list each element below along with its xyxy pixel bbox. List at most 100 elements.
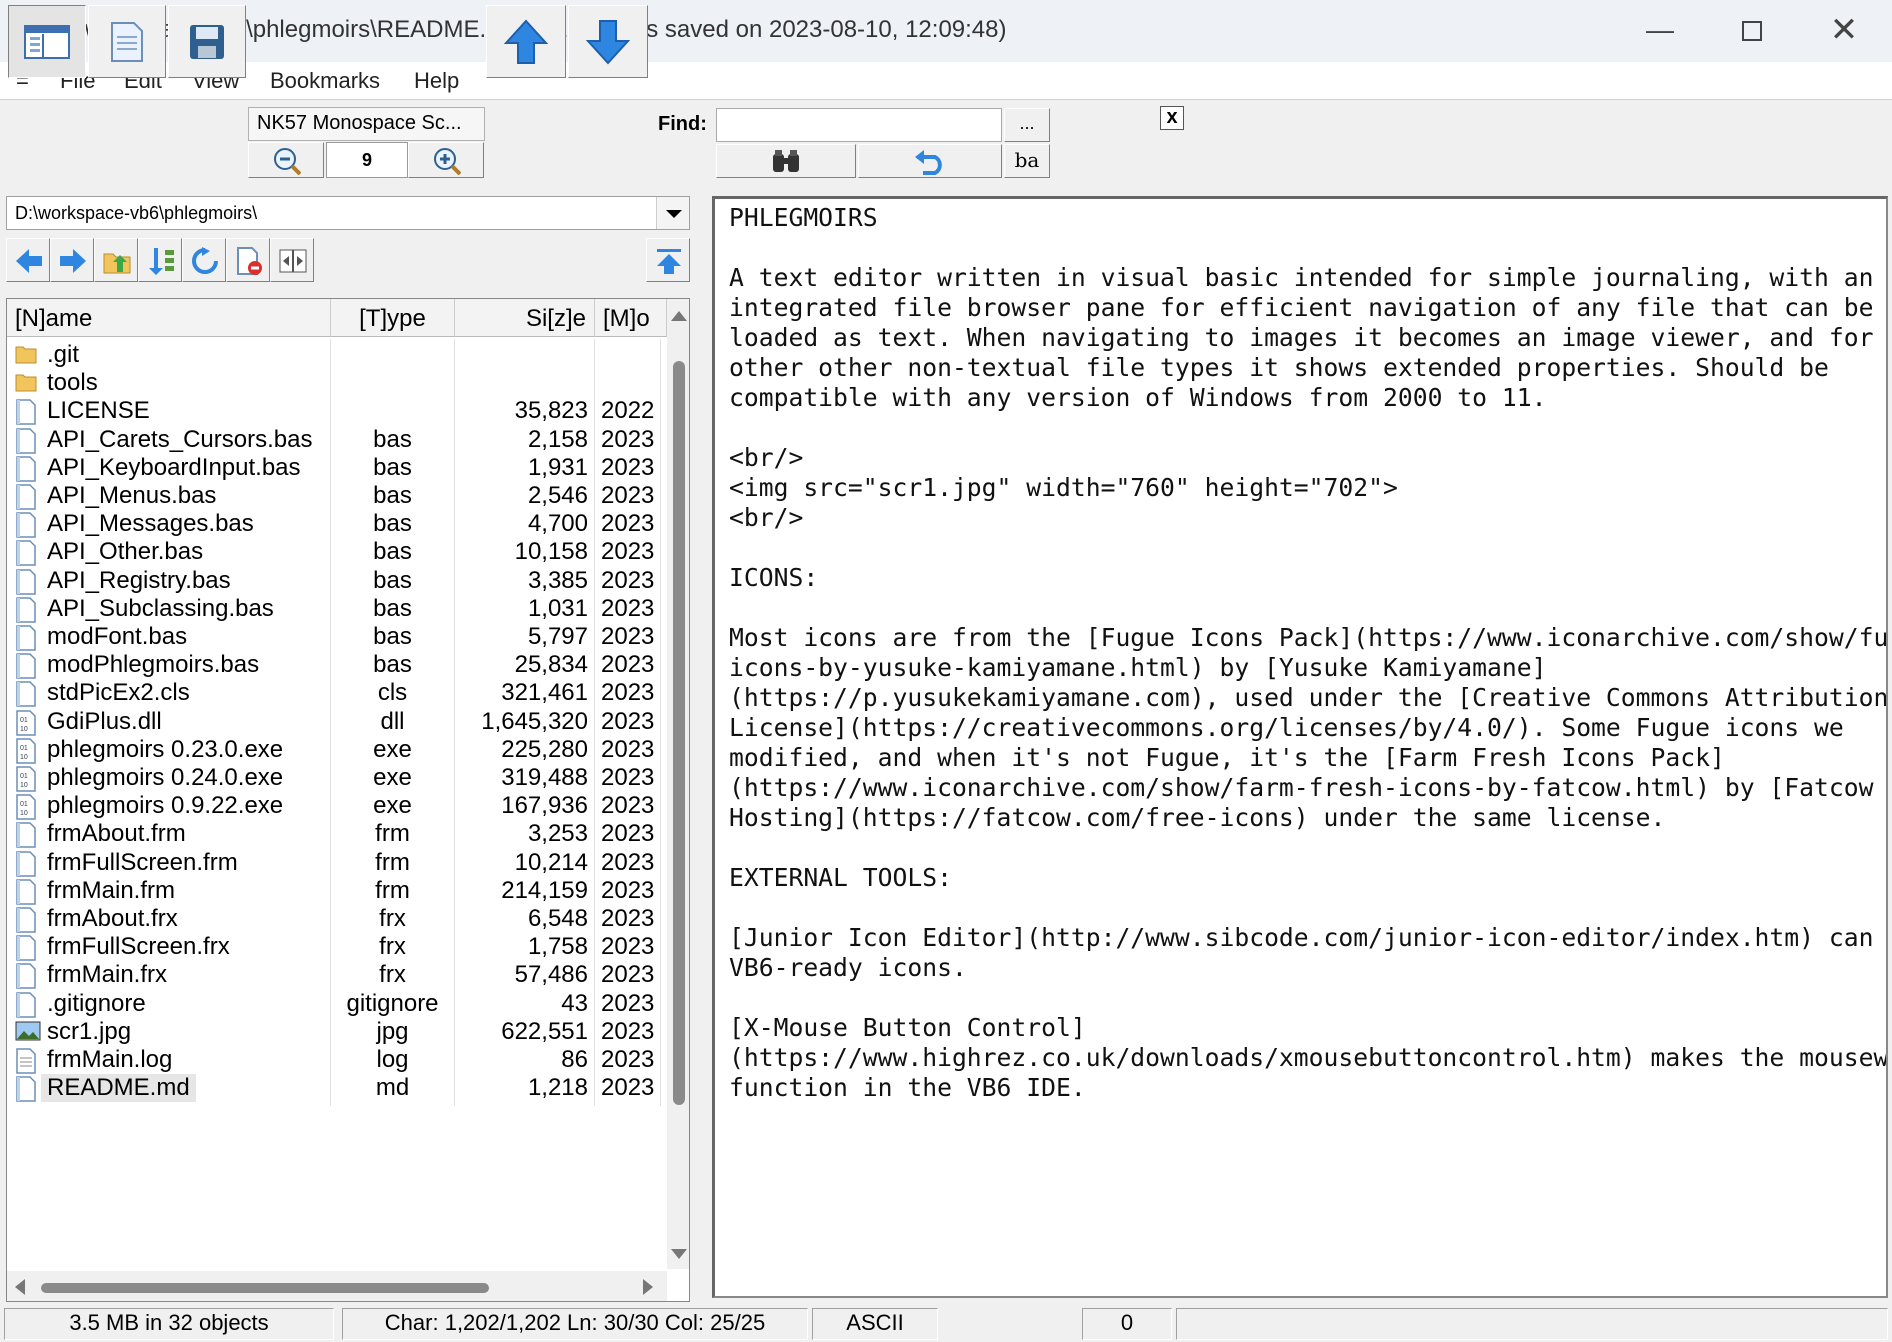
find-label: Find: [658, 113, 707, 135]
column-header-name[interactable]: [N]ame [7, 299, 331, 337]
parent-folder-button[interactable] [94, 238, 138, 282]
binary-icon: 01 10 [15, 709, 37, 736]
editor-line: PHLEGMOIRS [729, 203, 878, 232]
split-view-button[interactable] [270, 238, 314, 282]
path-combo[interactable]: D:\workspace-vb6\phlegmoirs\ [6, 196, 690, 230]
undo-button[interactable] [858, 144, 1002, 178]
status-encoding: ASCII [812, 1308, 938, 1340]
menu-help[interactable]: Help [414, 68, 459, 94]
find-options-button[interactable]: ... [1004, 108, 1050, 142]
file-type: md [331, 1072, 455, 1107]
new-document-button[interactable] [88, 5, 166, 78]
file-name: .git [47, 341, 80, 368]
vertical-scroll-thumb[interactable] [673, 361, 685, 1105]
refresh-button[interactable] [182, 238, 226, 282]
svg-text:01: 01 [20, 717, 28, 724]
undo-icon [915, 150, 942, 175]
editor-line: compatible with any version of Windows f… [729, 383, 1547, 412]
file-icon [15, 963, 37, 990]
save-button[interactable] [168, 5, 246, 78]
editor-line: integrated file browser pane for efficie… [729, 293, 1874, 322]
scroll-top-button[interactable] [646, 238, 690, 282]
font-name-box[interactable]: NK57 Monospace Sc... [248, 107, 485, 141]
sort-icon [149, 248, 174, 275]
horizontal-scroll-thumb[interactable] [41, 1283, 489, 1293]
document-icon [111, 21, 143, 62]
minimize-button[interactable]: — [1614, 0, 1706, 62]
svg-text:10: 10 [20, 810, 28, 817]
editor-line: ICONS: [729, 563, 819, 592]
zoom-level[interactable]: 9 [326, 142, 408, 178]
file-name: stdPicEx2.cls [47, 679, 190, 707]
column-header-modified[interactable]: [M]o [595, 299, 667, 337]
floppy-disk-icon [190, 24, 224, 59]
sort-button[interactable] [138, 238, 182, 282]
menu-bookmarks[interactable]: Bookmarks [270, 68, 380, 94]
file-name: frmAbout.frx [47, 905, 178, 932]
scroll-right-arrow-icon[interactable] [643, 1279, 653, 1295]
file-icon [15, 597, 37, 623]
editor-line: A text editor written in visual basic in… [729, 263, 1874, 292]
editor-line: icons-by-yusuke-kamiyamane.html) by [Yus… [729, 653, 1547, 682]
file-row[interactable]: README.md md 1,218 2023 [7, 1072, 661, 1107]
scroll-left-arrow-icon[interactable] [15, 1279, 25, 1295]
file-name: frmMain.frm [47, 876, 175, 904]
file-icon [15, 484, 37, 510]
title-bar: D:\workspace-vb6\phlegmoirs\README.md (1… [0, 0, 1892, 62]
file-icon [15, 568, 37, 595]
scroll-down-button[interactable] [568, 5, 648, 78]
status-objects: 3.5 MB in 32 objects [4, 1308, 334, 1340]
file-name: phlegmoirs 0.23.0.exe [47, 735, 284, 763]
status-bar: 3.5 MB in 32 objects Char: 1,202/1,202 L… [0, 1304, 1892, 1342]
find-input[interactable] [716, 108, 1002, 142]
folder-icon [15, 343, 37, 369]
back-button[interactable] [6, 238, 50, 282]
find-close-button[interactable]: x [1160, 106, 1184, 130]
refresh-icon [192, 247, 218, 274]
arrow-right-icon [60, 249, 86, 273]
text-icon [15, 1048, 37, 1074]
chevron-down-icon[interactable] [656, 197, 689, 229]
editor-line: modified, and when it's not Fugue, it's … [729, 743, 1725, 772]
file-list[interactable]: [N]ame [T]ype Si[z]e [M]o .git tools LICEN… [6, 298, 690, 1302]
zoom-in-button[interactable] [408, 142, 484, 178]
maximize-button[interactable] [1706, 0, 1798, 62]
arrow-top-icon [657, 249, 681, 274]
file-name: LICENSE [47, 397, 150, 425]
toggle-browser-button[interactable] [8, 5, 86, 78]
forward-button[interactable] [50, 238, 94, 282]
delete-file-button[interactable] [226, 238, 270, 282]
editor-line: License](https://creativecommons.org/lic… [729, 713, 1844, 742]
image-icon [15, 1020, 41, 1046]
find-next-button[interactable] [716, 144, 856, 178]
binary-icon: 01 10 [15, 794, 37, 820]
editor-line: (https://p.yusukekamiyamane.com), used u… [729, 683, 1888, 712]
match-case-button[interactable]: ba [1004, 144, 1050, 178]
file-icon [15, 512, 37, 538]
editor-line: (https://www.iconarchive.com/show/farm-f… [729, 773, 1888, 802]
file-name: README.md [41, 1074, 196, 1103]
file-name: phlegmoirs 0.24.0.exe [47, 764, 284, 791]
column-header-size[interactable]: Si[z]e [455, 299, 595, 337]
file-icon [15, 935, 37, 961]
close-button[interactable]: ✕ [1798, 0, 1890, 62]
scroll-down-arrow-icon[interactable] [671, 1249, 687, 1259]
file-icon [15, 625, 37, 651]
file-name: frmMain.frx [47, 961, 167, 989]
zoom-out-button[interactable] [248, 142, 324, 178]
split-view-icon [279, 249, 307, 273]
file-icon [15, 907, 37, 933]
arrow-left-icon [16, 249, 42, 273]
text-editor[interactable]: PHLEGMOIRS A text editor written in visua… [712, 196, 1888, 1298]
scroll-up-button[interactable] [486, 5, 566, 78]
file-name: API_Registry.bas [47, 566, 231, 594]
file-icon [15, 822, 37, 849]
file-name: modPhlegmoirs.bas [47, 651, 260, 679]
column-header-type[interactable]: [T]ype [331, 299, 455, 337]
scroll-up-arrow-icon[interactable] [671, 311, 687, 321]
editor-line: [X-Mouse Button Control] [729, 1013, 1086, 1042]
